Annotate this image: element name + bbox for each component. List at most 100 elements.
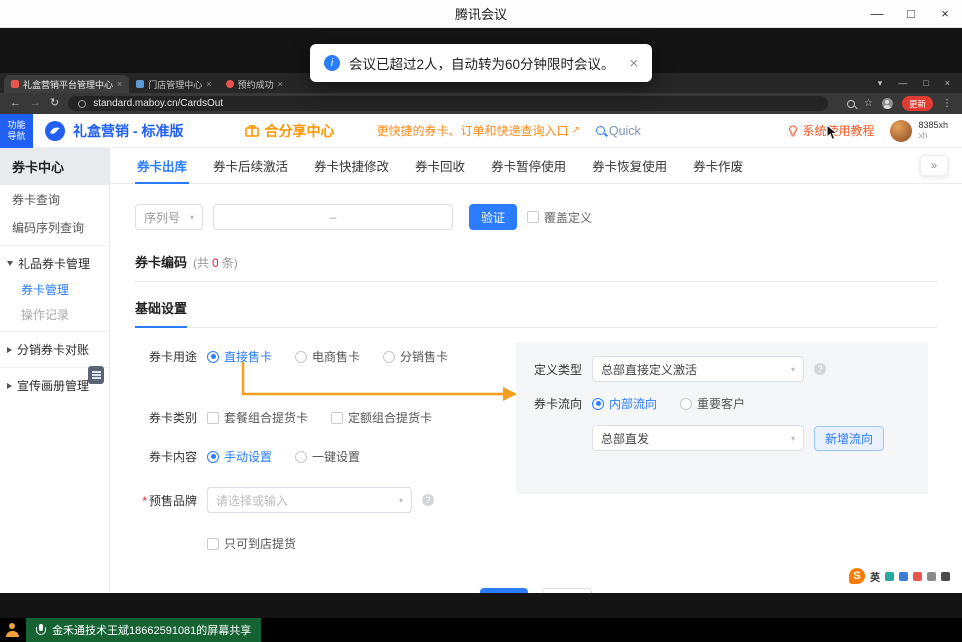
info-icon[interactable]: ?	[814, 363, 826, 375]
browser-tab-store-center[interactable]: 门店管理中心 ×	[129, 75, 218, 93]
tab-card-quick-edit[interactable]: 券卡快捷修改	[301, 148, 402, 183]
addressbar-actions: ☆ 更新 ⋮	[847, 96, 952, 111]
window-controls: — □ ×	[860, 0, 962, 27]
profile-icon[interactable]	[882, 98, 893, 109]
toast-close-icon[interactable]: ×	[630, 55, 639, 72]
sidebar-group-gift-card-mgmt[interactable]: 礼品券卡管理	[0, 250, 109, 277]
back-icon[interactable]: ←	[10, 98, 21, 109]
reset-button[interactable]: 重置	[542, 588, 592, 593]
sidebar-group-distribution-reconciliation[interactable]: 分销券卡对账	[0, 336, 109, 363]
maximize-icon[interactable]: □	[894, 0, 928, 27]
punctuation-icon[interactable]	[885, 572, 894, 581]
tab-card-recycle[interactable]: 券卡回收	[402, 148, 478, 183]
tab-card-outbound[interactable]: 券卡出库	[124, 148, 200, 183]
radio-ecommerce-sale[interactable]: 电商售卡	[295, 348, 360, 365]
override-define-checkbox-wrap[interactable]: 覆盖定义	[527, 209, 592, 226]
checkbox-icon[interactable]	[527, 211, 539, 223]
select-placeholder: 请选择或输入	[216, 492, 288, 509]
expand-panel-button[interactable]: »	[920, 155, 948, 176]
screen-share-chip[interactable]: 金禾通技术王斌18662591081的屏幕共享	[26, 618, 261, 642]
tab-search-chevron-icon[interactable]: ▾	[878, 78, 883, 89]
url-text: standard.maboy.cn/CardsOut	[93, 98, 223, 109]
radio-icon[interactable]	[592, 398, 604, 410]
browser-addressbar: ← → ↻ standard.maboy.cn/CardsOut ☆ 更新 ⋮	[0, 93, 962, 114]
nav-badge-line1: 功能	[7, 120, 25, 131]
option-label: 内部流向	[609, 395, 657, 412]
serial-range-input[interactable]: –	[213, 204, 453, 230]
toolbox-icon[interactable]	[941, 572, 950, 581]
app-body: 券卡中心 券卡查询 编码序列查询 礼品券卡管理 券卡管理 操作记录 分销券卡对账	[0, 148, 962, 593]
user-menu[interactable]: 8385xh xh	[890, 120, 948, 142]
browser-menu-icon[interactable]: ⋮	[942, 98, 952, 109]
tab-card-pause[interactable]: 券卡暂停使用	[478, 148, 579, 183]
minimize-icon[interactable]: —	[860, 0, 894, 27]
sidebar-item-code-sequence-query[interactable]: 编码序列查询	[0, 213, 109, 241]
sidebar-drag-handle[interactable]	[88, 366, 104, 384]
function-nav-badge[interactable]: 功能 导航	[0, 114, 33, 148]
radio-icon[interactable]	[383, 351, 395, 363]
quick-search[interactable]: Quick	[596, 124, 641, 138]
checkbox-combo-pickup-card[interactable]: 套餐组合提货卡	[207, 409, 308, 426]
bookmark-star-icon[interactable]: ☆	[864, 98, 873, 109]
language-mode-icon[interactable]: 英	[870, 569, 880, 584]
radio-distribution-sale[interactable]: 分销售卡	[383, 348, 448, 365]
browser-tab-booking-success[interactable]: 预约成功 ×	[219, 75, 290, 93]
serial-select-value: 序列号	[144, 209, 180, 226]
radio-direct-sale[interactable]: 直接售卡	[207, 348, 272, 365]
browser-maximize-icon[interactable]: □	[923, 78, 928, 88]
promo-link[interactable]: 更快捷的券卡、订单和快递查询入口 ↗	[376, 122, 579, 139]
tab-card-later-activation[interactable]: 券卡后续激活	[200, 148, 301, 183]
serial-type-select[interactable]: 序列号 ▾	[135, 204, 203, 230]
sogou-logo-icon[interactable]: S	[849, 568, 865, 584]
flow-select[interactable]: 总部直发 ▾	[592, 425, 804, 451]
submit-button[interactable]: 提交	[480, 588, 528, 593]
radio-icon[interactable]	[295, 451, 307, 463]
radio-important-customer[interactable]: 重要客户	[680, 395, 745, 412]
reload-icon[interactable]: ↻	[50, 98, 59, 109]
triangle-collapsed-icon	[7, 383, 12, 389]
radio-manual-setting[interactable]: 手动设置	[207, 448, 272, 465]
tab-card-void[interactable]: 券卡作废	[680, 148, 756, 183]
radio-one-click-setting[interactable]: 一键设置	[295, 448, 360, 465]
site-info-icon[interactable]	[78, 100, 86, 108]
forward-icon[interactable]: →	[30, 98, 41, 109]
browser-close-icon[interactable]: ×	[945, 78, 950, 88]
tab-card-resume[interactable]: 券卡恢复使用	[579, 148, 680, 183]
close-icon[interactable]: ×	[928, 0, 962, 27]
settings-tab-bar: 基础设置	[135, 298, 937, 328]
checkbox-icon[interactable]	[331, 412, 343, 424]
zoom-icon[interactable]	[847, 100, 855, 108]
tab-close-icon[interactable]: ×	[206, 79, 211, 89]
browser-update-badge[interactable]: 更新	[902, 96, 933, 111]
verify-button[interactable]: 验证	[469, 204, 517, 230]
sidebar-group-label: 宣传画册管理	[17, 377, 89, 394]
checkbox-icon[interactable]	[207, 412, 219, 424]
radio-icon[interactable]	[295, 351, 307, 363]
define-type-select[interactable]: 总部直接定义激活 ▾	[592, 356, 804, 382]
share-center-link[interactable]: 合分享中心	[245, 121, 334, 141]
presale-brand-select[interactable]: 请选择或输入 ▾	[207, 487, 412, 513]
add-flow-button[interactable]: 新增流向	[814, 426, 884, 451]
browser-tab-gift-platform[interactable]: 礼盒营销平台管理中心 ×	[4, 75, 129, 93]
radio-icon[interactable]	[207, 351, 219, 363]
radio-icon[interactable]	[207, 451, 219, 463]
keyboard-icon[interactable]	[913, 572, 922, 581]
radio-icon[interactable]	[680, 398, 692, 410]
share-center-label: 合分享中心	[264, 121, 334, 141]
tab-close-icon[interactable]: ×	[117, 79, 122, 89]
radio-internal-flow[interactable]: 内部流向	[592, 395, 657, 412]
sidebar-item-card-query[interactable]: 券卡查询	[0, 185, 109, 213]
sidebar-item-card-management[interactable]: 券卡管理	[0, 277, 109, 302]
checkbox-store-pickup-only[interactable]: 只可到店提货	[207, 535, 296, 552]
tab-basic-settings[interactable]: 基础设置	[135, 298, 187, 328]
mic-icon[interactable]	[899, 572, 908, 581]
url-field[interactable]: standard.maboy.cn/CardsOut	[68, 96, 828, 111]
info-icon[interactable]: ?	[422, 494, 434, 506]
clipboard-icon[interactable]	[927, 572, 936, 581]
define-type-row: 定义类型 总部直接定义激活 ▾ ?	[530, 356, 914, 382]
checkbox-icon[interactable]	[207, 538, 219, 550]
browser-minimize-icon[interactable]: —	[898, 78, 907, 88]
checkbox-fixed-combo-pickup-card[interactable]: 定额组合提货卡	[331, 409, 432, 426]
tab-close-icon[interactable]: ×	[278, 79, 283, 89]
sidebar-item-operation-log[interactable]: 操作记录	[0, 302, 109, 327]
